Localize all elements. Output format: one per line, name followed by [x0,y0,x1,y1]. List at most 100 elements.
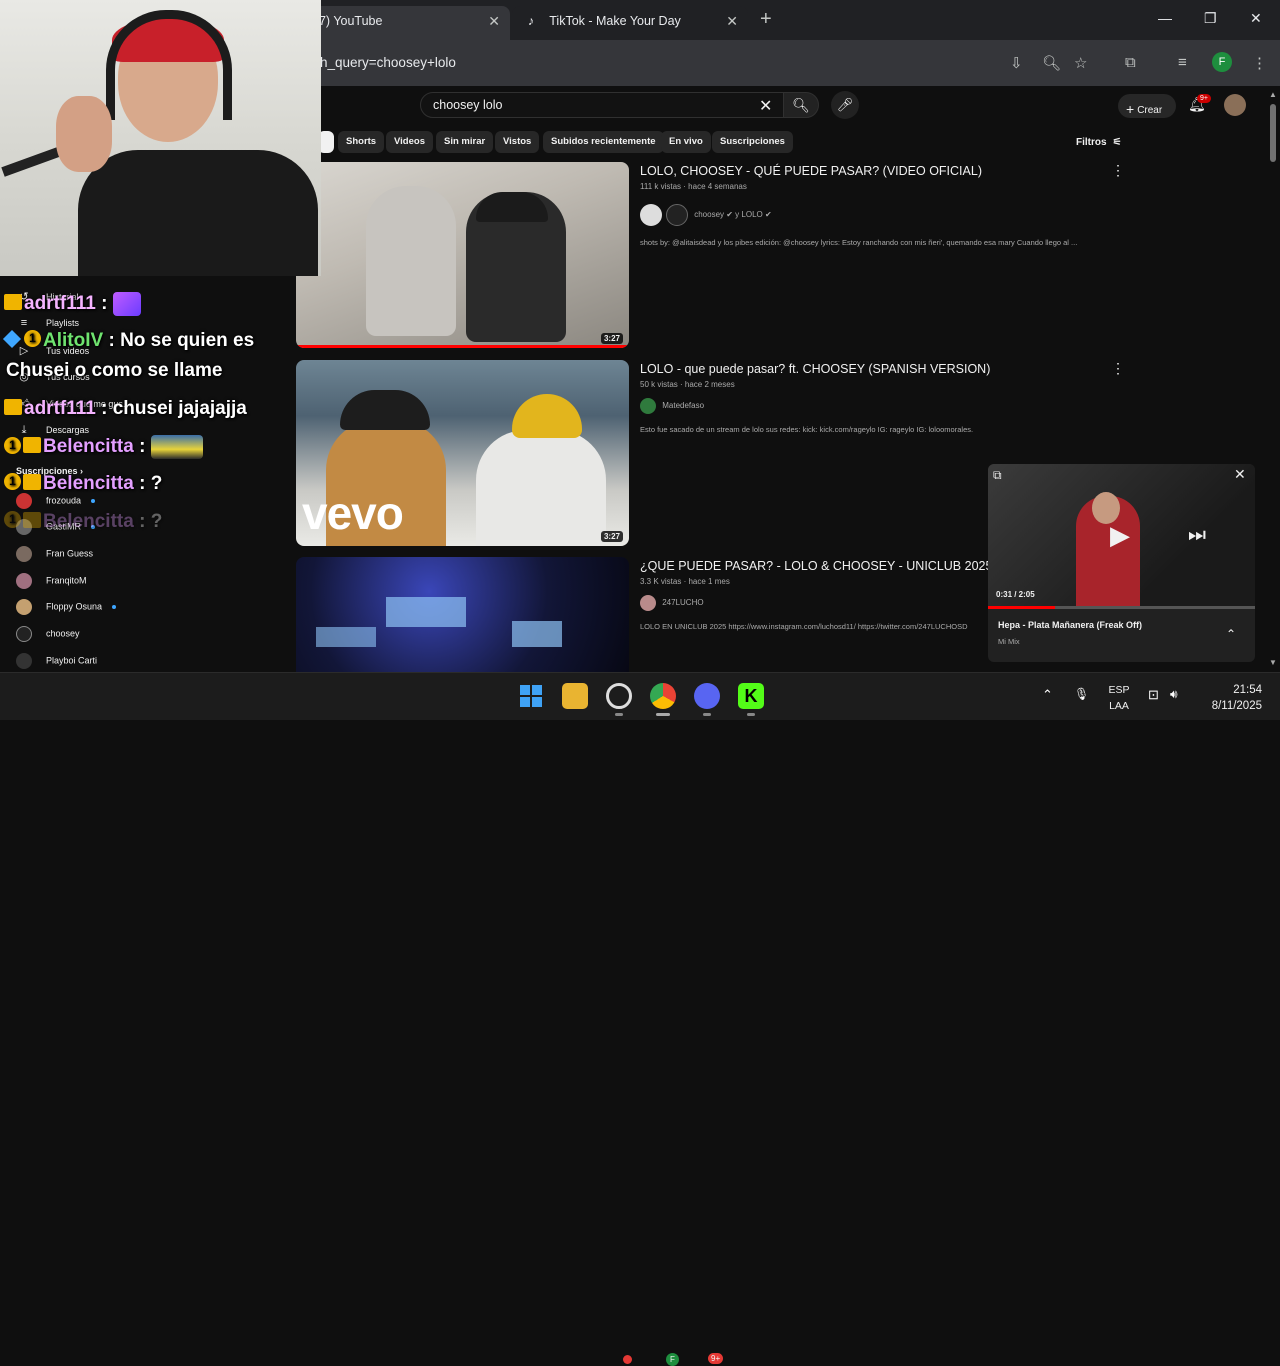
chevron-up-icon[interactable]: ⌃ [1226,627,1236,641]
chip-recently-uploaded[interactable]: Subidos recientemente [543,131,664,153]
discord-icon[interactable] [694,683,720,709]
chip-watched[interactable]: Vistos [495,131,540,153]
scrollbar-thumb[interactable] [1270,104,1276,162]
chip-live[interactable]: En vivo [661,131,711,153]
chat-text: ? [150,473,163,494]
chip-videos[interactable]: Videos [386,131,433,153]
video-duration: 3:27 [600,531,623,542]
tab-tiktok[interactable]: ♪ TikTok - Make Your Day ✕ [512,6,748,40]
thumbnail-screen [512,621,562,647]
close-icon[interactable]: ✕ [1234,466,1246,483]
sidebar-subscription[interactable]: Fran Guess [16,546,93,562]
chat-username: AlitoIV [43,330,104,351]
channel-avatar [16,546,32,562]
channel-name[interactable]: 247LUCHO [662,598,703,607]
page-scrollbar[interactable]: ▲ ▼ [1266,90,1280,672]
video-title[interactable]: LOLO - que puede pasar? ft. CHOOSEY (SPA… [640,362,990,376]
scroll-up-icon[interactable]: ▲ [1269,90,1277,99]
sidebar-subscription[interactable]: choosey [16,626,80,642]
filters-button[interactable]: Filtros ⚟ [1076,137,1122,148]
chip-unwatched[interactable]: Sin mirar [436,131,494,153]
scroll-down-icon[interactable]: ▼ [1269,658,1277,667]
media-controls-icon[interactable]: ≡ [1178,54,1187,71]
search-button[interactable]: 🔍︎ [783,92,819,118]
expand-icon[interactable]: ⧉ [993,468,1002,483]
window-close-button[interactable]: ✕ [1250,10,1262,27]
webcam-person-hand [56,96,112,172]
extensions-icon[interactable]: ⧉ [1125,54,1136,71]
mic-icon: 🎤︎ [836,97,854,112]
voice-search-button[interactable]: 🎤︎ [831,91,859,119]
tab-youtube-close-icon[interactable]: ✕ [488,13,500,30]
windows-taskbar: F 9+ K ⌃ 🎙︎ ESP LAA ⊡ 🔊︎ 21:54 8/11/2025 [0,672,1280,1366]
new-tab-button[interactable]: + [760,8,772,31]
channel-avatar [640,204,662,226]
running-indicator [747,713,755,716]
channel-name[interactable]: Matedefaso [662,401,704,410]
chip-shorts[interactable]: Shorts [338,131,385,153]
chat-message: 1 Belencitta : ? [4,473,162,495]
search-query-text: choosey lolo [433,98,503,112]
clear-search-icon[interactable]: ✕ [759,96,772,116]
microphone-icon[interactable]: 🎙︎ [1074,687,1089,701]
sidebar-subscription[interactable]: FranqitoM [16,573,87,589]
chip-subscriptions[interactable]: Suscripciones [712,131,793,153]
video-thumbnail[interactable] [296,557,629,672]
search-input[interactable]: choosey lolo ✕ [420,92,784,118]
sidebar-subscription[interactable]: Floppy Osuna [16,599,117,615]
more-options-icon[interactable]: ⋮ [1111,360,1125,377]
bookmark-star-icon[interactable]: ☆ [1074,54,1087,72]
chat-username: adrtf111 [24,293,96,315]
system-clock[interactable]: 21:54 8/11/2025 [1196,682,1262,714]
chat-message: 1 AlitoIV : No se quien es [2,329,254,352]
zoom-icon[interactable]: 🔍︎ [1042,54,1061,72]
minimize-button[interactable]: — [1158,10,1172,26]
channel-avatar [640,595,656,611]
video-title[interactable]: ¿QUE PUEDE PASAR? - LOLO & CHOOSEY - UNI… [640,559,992,573]
language-indicator[interactable]: ESP LAA [1106,682,1132,714]
channel-row[interactable]: 247LUCHO [640,595,704,611]
obs-icon[interactable] [606,683,632,709]
next-track-icon[interactable]: ⏭ [1188,524,1206,547]
sidebar-subscription[interactable]: Playboi Carti [16,653,97,669]
new-content-dot [91,499,96,503]
profile-avatar[interactable]: F [1212,52,1232,72]
network-icon[interactable]: ⊡ [1148,687,1159,703]
browser-menu-icon[interactable]: ⋮ [1252,54,1267,72]
emote-icon [112,292,141,316]
channel-name[interactable]: choosey ✔ y LOLO ✔ [694,210,771,219]
video-thumbnail[interactable]: vevo 3:27 [296,360,629,546]
create-button[interactable]: + Crear [1118,94,1176,118]
file-explorer-icon[interactable] [562,683,588,709]
channel-avatar [16,626,32,642]
channel-row[interactable]: choosey ✔ y LOLO ✔ [640,204,772,226]
play-icon[interactable]: ▶ [1110,520,1130,551]
crown-badge-icon [4,294,22,310]
video-thumbnail[interactable]: 3:27 [296,162,629,348]
sidebar-item-playlists[interactable]: ≡ Playlists [16,317,79,329]
video-title[interactable]: LOLO, CHOOSEY - QUÉ PUEDE PASAR? (VIDEO … [640,164,982,178]
sidebar-subscription[interactable]: frozouda [16,493,96,509]
kick-icon[interactable]: K [738,683,764,709]
chrome-icon[interactable] [650,683,676,709]
keyboard-layout: LAA [1109,700,1129,712]
video-duration: 3:27 [600,333,623,344]
video-description: LOLO EN UNICLUB 2025 https://www.instagr… [640,622,968,631]
tab-youtube[interactable]: 17) YouTube ✕ [300,6,510,40]
install-app-icon[interactable]: ⇩ [1010,54,1023,72]
mini-player-progress-bar[interactable] [988,606,1255,609]
tray-chevron-icon[interactable]: ⌃ [1042,687,1053,703]
url-field[interactable]: h_query=choosey+lolo [320,55,456,70]
thumbnail-cap [340,390,430,430]
more-options-icon[interactable]: ⋮ [1111,162,1125,179]
tab-tiktok-close-icon[interactable]: ✕ [726,13,738,30]
channel-row[interactable]: Matedefaso [640,398,704,414]
windows-start-icon[interactable] [518,683,544,709]
subscription-label: frozouda [46,495,82,506]
restore-button[interactable]: ❐ [1204,10,1217,27]
recording-dot [623,1355,632,1364]
channel-avatar [640,398,656,414]
video-result[interactable]: 3:27 LOLO, CHOOSEY - QUÉ PUEDE PASAR? (V… [296,162,1126,348]
account-avatar[interactable] [1224,94,1246,116]
volume-icon[interactable]: 🔊︎ [1170,687,1178,702]
